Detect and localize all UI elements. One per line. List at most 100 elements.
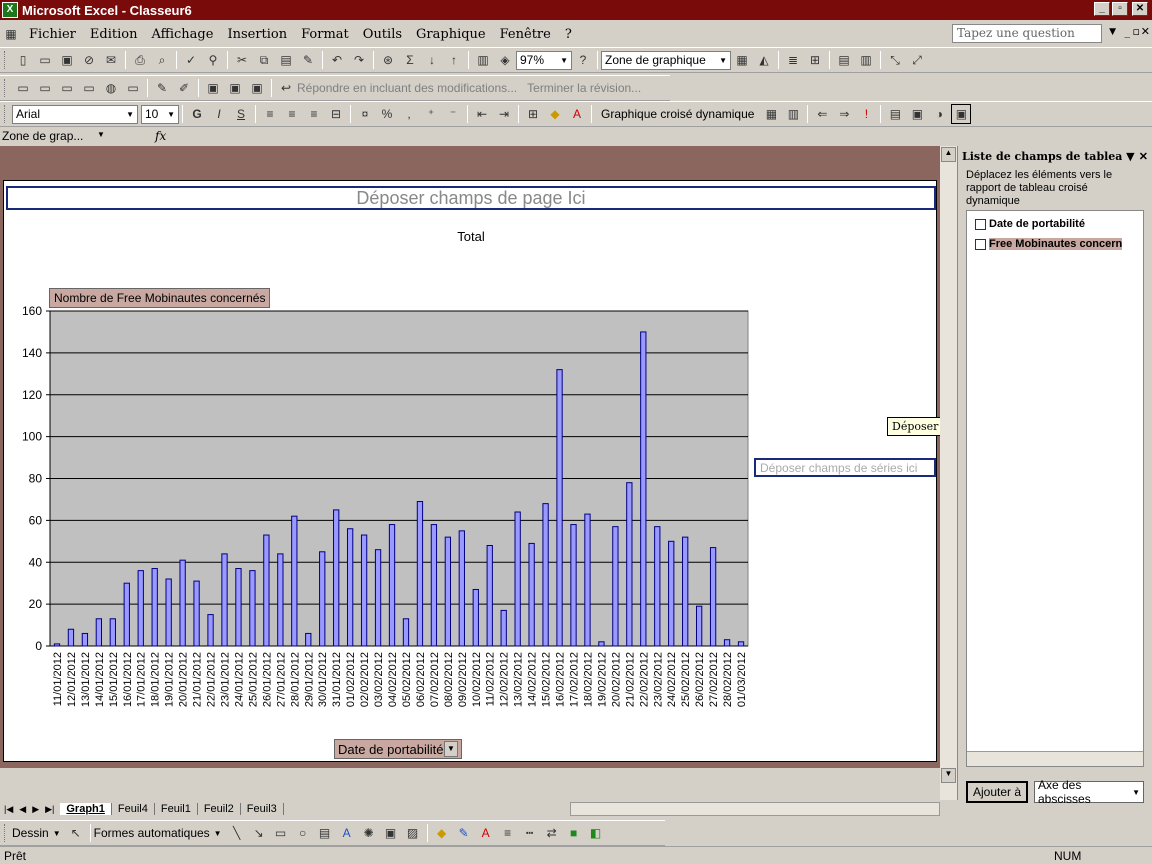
menu-help[interactable]: ? [558,27,579,42]
page-field-drop-zone[interactable]: Déposer champs de page Ici [6,186,936,210]
diagram-icon[interactable]: ✺ [359,823,379,843]
menu-graphique[interactable]: Graphique [409,27,493,42]
menu-insertion[interactable]: Insertion [220,27,294,42]
by-column-icon[interactable]: ▥ [856,50,876,70]
font-color-icon[interactable]: A [476,823,496,843]
fill-color-icon[interactable]: ◆ [432,823,452,843]
print-icon[interactable]: ⎙ [130,50,150,70]
paste-icon[interactable]: ▤ [276,50,296,70]
maximize-button[interactable]: ▫ [1112,2,1128,16]
category-field-button[interactable]: Date de portabilité ▼ [334,739,462,759]
align-left-icon[interactable]: ≡ [260,104,280,124]
increase-decimal-icon[interactable]: ⁺ [421,104,441,124]
sort-desc-icon[interactable]: ↑ [444,50,464,70]
review-icon-11[interactable]: ▣ [247,78,267,98]
last-sheet-icon[interactable]: ▶| [45,804,54,815]
picture-icon[interactable]: ▨ [403,823,423,843]
menu-edition[interactable]: Edition [83,27,145,42]
show-detail-icon[interactable]: ⇒ [834,104,854,124]
thousands-icon[interactable]: , [399,104,419,124]
review-icon-10[interactable]: ▣ [225,78,245,98]
chevron-down-icon[interactable]: ▼ [53,829,61,838]
help-dropdown-icon[interactable]: ▼ [1109,27,1116,37]
vertical-scrollbar[interactable]: ▲ ▼ [940,146,957,800]
show-field-list-icon[interactable]: ▣ [907,104,927,124]
spelling-icon[interactable]: ✓ [181,50,201,70]
review-icon-8[interactable]: ✐ [174,78,194,98]
chevron-down-icon[interactable]: ▼ [97,130,105,139]
legend-icon[interactable]: ≣ [783,50,803,70]
font-select[interactable]: Arial ▼ [12,104,138,124]
field-list-hscroll[interactable] [967,751,1143,766]
print-preview-icon[interactable]: ⌕ [152,50,172,70]
currency-icon[interactable]: ¤ [355,104,375,124]
align-center-icon[interactable]: ≡ [282,104,302,124]
tab-feuil3[interactable]: Feuil3 [241,803,284,815]
area-select[interactable]: Axe des abscisses ▼ [1034,778,1144,806]
oval-icon[interactable]: ○ [293,823,313,843]
first-sheet-icon[interactable]: |◀ [4,804,13,815]
doc-restore-icon[interactable]: ▫ [1133,25,1140,38]
doc-minimize-icon[interactable]: _ [1125,25,1131,38]
function-icon[interactable]: fx [155,129,166,143]
pivot-icon-4[interactable]: ▣ [951,104,972,124]
rectangle-icon[interactable]: ▭ [271,823,291,843]
redo-icon[interactable]: ↷ [349,50,369,70]
align-right-icon[interactable]: ≡ [304,104,324,124]
chart-wizard-icon[interactable]: ▥ [473,50,493,70]
name-box[interactable]: Zone de grap... [2,129,107,145]
menu-outils[interactable]: Outils [356,27,409,42]
italic-button[interactable]: I [209,104,229,124]
textbox-icon[interactable]: ▤ [315,823,335,843]
line-style-icon[interactable]: ≡ [498,823,518,843]
permission-icon[interactable]: ⊘ [79,50,99,70]
add-to-button[interactable]: Ajouter à [966,781,1028,803]
line-icon[interactable]: ╲ [227,823,247,843]
percent-icon[interactable]: % [377,104,397,124]
3d-icon[interactable]: ◧ [586,823,606,843]
select-objects-icon[interactable]: ↖ [66,823,86,843]
angle-text-up-icon[interactable]: ⤢ [907,50,927,70]
menu-fenetre[interactable]: Fenêtre [493,27,558,42]
tab-graph1[interactable]: Graph1 [60,803,112,815]
hyperlink-icon[interactable]: ⊛ [378,50,398,70]
pivot-format-icon[interactable]: ▦ [761,104,781,124]
clipart-icon[interactable]: ▣ [381,823,401,843]
horizontal-scrollbar[interactable] [570,802,940,816]
hide-detail-icon[interactable]: ⇐ [812,104,832,124]
minimize-button[interactable]: _ [1094,2,1110,16]
close-button[interactable]: ✕ [1132,2,1148,16]
review-icon-1[interactable]: ▭ [13,78,33,98]
next-sheet-icon[interactable]: ▶ [32,804,39,815]
research-icon[interactable]: ⚲ [203,50,223,70]
menu-fichier[interactable]: Fichier [22,27,83,42]
borders-icon[interactable]: ⊞ [523,104,543,124]
by-row-icon[interactable]: ▤ [834,50,854,70]
format-chart-area-icon[interactable]: ▦ [732,50,752,70]
series-field-drop-zone[interactable]: Déposer champs de séries ici [754,458,936,477]
autoshapes-menu[interactable]: Formes automatiques [94,826,210,840]
refresh-data-icon[interactable]: ! [856,104,876,124]
field-settings-icon[interactable]: ▤ [885,104,905,124]
scroll-up-icon[interactable]: ▲ [941,147,956,162]
drawing-icon[interactable]: ◈ [495,50,515,70]
undo-icon[interactable]: ↶ [327,50,347,70]
end-review-button[interactable]: Terminer la révision... [527,81,641,95]
review-icon-7[interactable]: ✎ [152,78,172,98]
data-table-icon[interactable]: ⊞ [805,50,825,70]
tab-feuil2[interactable]: Feuil2 [198,803,241,815]
angle-text-down-icon[interactable]: ⤡ [885,50,905,70]
decrease-decimal-icon[interactable]: ⁻ [443,104,463,124]
pivotchart-menu[interactable]: Graphique croisé dynamique [601,107,754,121]
format-painter-icon[interactable]: ✎ [298,50,318,70]
increase-indent-icon[interactable]: ⇥ [494,104,514,124]
arrow-icon[interactable]: ↘ [249,823,269,843]
review-icon-9[interactable]: ▣ [203,78,223,98]
line-color-icon[interactable]: ✎ [454,823,474,843]
shadow-icon[interactable]: ■ [564,823,584,843]
chart-object-select[interactable]: Zone de graphique ▼ [601,50,731,70]
font-color-icon[interactable]: A [567,104,587,124]
tab-feuil4[interactable]: Feuil4 [112,803,155,815]
copy-icon[interactable]: ⧉ [254,50,274,70]
autosum-icon[interactable]: Σ [400,50,420,70]
